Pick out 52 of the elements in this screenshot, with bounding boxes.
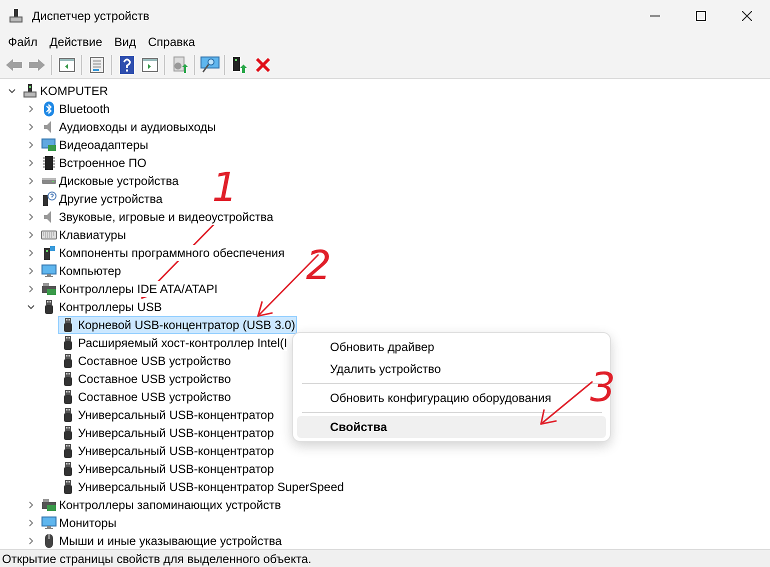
help-icon	[120, 56, 134, 74]
bluetooth-icon	[41, 101, 57, 117]
controller-card-icon	[41, 281, 57, 297]
expand-chevron-icon[interactable]	[27, 195, 35, 203]
forward-arrow-icon	[28, 57, 46, 73]
scan-hardware-icon	[170, 56, 188, 74]
context-menu-item[interactable]: Обновить драйвер	[297, 336, 606, 358]
chip-icon	[41, 155, 57, 171]
expand-chevron-icon[interactable]	[27, 105, 35, 113]
maximize-icon	[696, 11, 706, 21]
monitor-icon	[41, 515, 57, 531]
computer-icon	[22, 83, 38, 99]
annotation-number: 2	[306, 246, 332, 286]
expand-chevron-icon[interactable]	[27, 267, 35, 275]
unknown-device-icon	[41, 191, 57, 207]
app-icon	[8, 8, 24, 24]
menu-item[interactable]: Вид	[108, 33, 142, 51]
disk-drive-icon	[41, 178, 57, 184]
monitor-icon	[41, 263, 57, 279]
pane-toggle-icon	[58, 58, 74, 72]
properties-icon	[88, 57, 104, 73]
software-component-icon	[41, 245, 57, 261]
window-title: Диспетчер устройств	[32, 9, 150, 23]
expand-chevron-icon[interactable]	[27, 501, 35, 509]
annotation-number: 1	[212, 168, 238, 208]
expand-chevron-icon[interactable]	[27, 231, 35, 239]
annotation-number: 3	[590, 368, 616, 408]
expand-chevron-icon[interactable]	[27, 519, 35, 527]
expand-chevron-icon[interactable]	[27, 159, 35, 167]
controller-card-icon	[41, 497, 57, 513]
expand-chevron-icon[interactable]	[27, 285, 35, 293]
action-pane-icon	[142, 58, 158, 72]
back-arrow-icon	[4, 57, 22, 73]
display-adapter-icon	[41, 137, 57, 153]
expand-chevron-icon[interactable]	[27, 177, 35, 185]
expand-chevron-icon[interactable]	[27, 141, 35, 149]
menu-item[interactable]: Файл	[2, 33, 44, 51]
status-text: Открытие страницы свойств для выделенного объекта.	[1, 552, 312, 566]
context-menu-item[interactable]: Свойства	[297, 416, 606, 438]
close-icon	[742, 11, 752, 21]
expand-chevron-icon[interactable]	[27, 537, 35, 545]
update-driver-icon	[232, 56, 248, 74]
menu-item[interactable]: Действие	[44, 33, 108, 51]
collapse-chevron-icon[interactable]	[8, 87, 16, 95]
expand-chevron-icon[interactable]	[27, 123, 35, 131]
monitor-search-icon	[200, 56, 220, 74]
expand-chevron-icon[interactable]	[27, 249, 35, 257]
delete-icon	[256, 58, 270, 72]
collapse-chevron-icon[interactable]	[27, 303, 35, 311]
tree-item[interactable]: Корневой USB-концентратор (USB 3.0)	[58, 316, 298, 334]
expand-chevron-icon[interactable]	[27, 213, 35, 221]
menu-item[interactable]: Справка	[142, 33, 202, 51]
